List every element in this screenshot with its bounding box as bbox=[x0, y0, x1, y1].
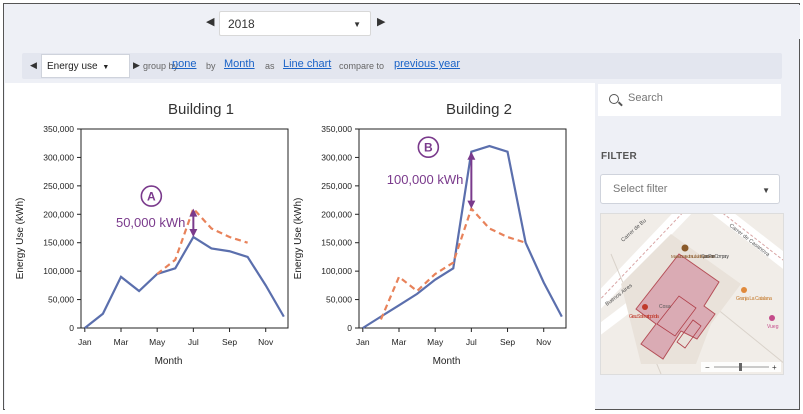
annotation-marker-label: B bbox=[424, 141, 433, 155]
x-tick-label: Sep bbox=[222, 337, 237, 347]
x-tick-label: Jul bbox=[188, 337, 199, 347]
cafe-icon bbox=[741, 287, 747, 293]
by-period-link[interactable]: Month bbox=[224, 58, 255, 70]
x-tick-label: Jan bbox=[78, 337, 92, 347]
y-tick-label: 200,000 bbox=[321, 209, 352, 219]
museum-icon bbox=[681, 244, 689, 252]
chevron-down-icon: ▼ bbox=[762, 186, 770, 195]
x-tick-label: May bbox=[427, 337, 444, 347]
annotation-arrow-head-down bbox=[467, 200, 476, 209]
zoom-slider-handle[interactable] bbox=[739, 363, 742, 371]
y-tick-label: 200,000 bbox=[43, 209, 74, 219]
building-label: Casa Pere Company bbox=[701, 254, 730, 260]
x-tick-label: Nov bbox=[536, 337, 552, 347]
charts-panel: Building 1 Building 2 0 50,000 100,000 150,… bbox=[5, 83, 595, 410]
zoom-in-button[interactable]: + bbox=[772, 363, 777, 372]
map-view[interactable]: Carrer de Bu Carrer de Casanova Buenos A… bbox=[600, 213, 784, 375]
shop-label: Granja La Catalana bbox=[736, 296, 772, 302]
map-canvas: Carrer de Bu Carrer de Casanova Buenos A… bbox=[601, 214, 783, 374]
y-axis-label: Energy Use (kWh) bbox=[15, 198, 26, 280]
year-select-value: 2018 bbox=[228, 17, 255, 31]
series-current-line bbox=[84, 235, 285, 329]
as-label: as bbox=[265, 61, 275, 71]
y-tick-label: 100,000 bbox=[43, 266, 74, 276]
x-tick-label: Jan bbox=[356, 337, 370, 347]
y-tick-label: 50,000 bbox=[326, 295, 352, 305]
y-tick-label: 100,000 bbox=[321, 266, 352, 276]
metric-select-value: Energy use bbox=[47, 61, 98, 72]
annotation-marker-label: A bbox=[147, 190, 156, 204]
pharmacy-icon bbox=[642, 304, 648, 310]
search-input[interactable] bbox=[628, 92, 768, 104]
x-tick-label: Sep bbox=[500, 337, 515, 347]
metric-select[interactable]: Energy use ▼ bbox=[41, 54, 130, 78]
annotation-arrow-head-down bbox=[189, 229, 198, 238]
search-icon bbox=[609, 94, 619, 104]
next-metric-arrow-icon[interactable]: ▶ bbox=[133, 61, 140, 70]
x-tick-label: May bbox=[149, 337, 166, 347]
x-tick-label: Mar bbox=[114, 337, 129, 347]
street-label-1: Carrer de Bu bbox=[620, 218, 647, 244]
x-axis-label: Month bbox=[155, 356, 183, 367]
search-box bbox=[598, 84, 781, 116]
chart-type-link[interactable]: Line chart bbox=[283, 58, 331, 70]
compare-to-label: compare to bbox=[339, 61, 385, 71]
y-tick-label: 50,000 bbox=[48, 295, 74, 305]
by-label: by bbox=[206, 61, 216, 71]
y-tick-label: 350,000 bbox=[321, 124, 352, 134]
x-tick-label: Jul bbox=[466, 337, 477, 347]
chart-building-1: 0 50,000 100,000 150,000 200,000 250,000 300,0… bbox=[15, 124, 289, 367]
app-frame: ◀ 2018 ▼ ▶ ◀ Energy use ▼ ▶ group by non… bbox=[3, 3, 800, 410]
group-by-link[interactable]: none bbox=[172, 58, 196, 70]
pharmacy-label: Grau Soler ortopèdia bbox=[629, 314, 659, 320]
annotation-value-label: 50,000 kWh bbox=[116, 215, 185, 230]
x-tick-label: Mar bbox=[392, 337, 407, 347]
prev-metric-arrow-icon[interactable]: ◀ bbox=[30, 61, 37, 70]
query-toolbar: ◀ Energy use ▼ ▶ group by none by Month … bbox=[22, 53, 782, 79]
filter-label: FILTER bbox=[601, 151, 638, 162]
zoom-out-button[interactable]: − bbox=[705, 363, 710, 372]
x-axis-label: Month bbox=[433, 356, 461, 367]
annotation-value-label: 100,000 kWh bbox=[387, 172, 464, 187]
y-tick-label: 350,000 bbox=[43, 124, 74, 134]
filter-select-placeholder: Select filter bbox=[613, 183, 668, 195]
filter-select[interactable]: Select filter ▼ bbox=[600, 174, 780, 204]
compare-to-link[interactable]: previous year bbox=[394, 58, 460, 70]
y-tick-label: 300,000 bbox=[321, 152, 352, 162]
chart-building-2: 0 50,000 100,000 150,000 200,000 250,000 300,0… bbox=[293, 124, 567, 367]
y-tick-label: 150,000 bbox=[43, 238, 74, 248]
y-tick-label: 0 bbox=[69, 323, 74, 333]
chevron-down-icon: ▼ bbox=[353, 20, 361, 29]
y-tick-label: 250,000 bbox=[43, 181, 74, 191]
chevron-down-icon: ▼ bbox=[102, 64, 110, 71]
next-year-arrow-icon[interactable]: ▶ bbox=[377, 17, 385, 28]
y-tick-label: 150,000 bbox=[321, 238, 352, 248]
chart-title-building-2: Building 2 bbox=[446, 101, 512, 118]
annotation-arrow-head-up bbox=[467, 151, 476, 160]
y-tick-label: 300,000 bbox=[43, 152, 74, 162]
prev-year-arrow-icon[interactable]: ◀ bbox=[206, 17, 214, 28]
y-axis-label: Energy Use (kWh) bbox=[293, 198, 304, 280]
pharmacy2-label: Cosa bbox=[659, 304, 671, 310]
x-tick-label: Nov bbox=[258, 337, 274, 347]
shop2-label: Vueg bbox=[767, 324, 779, 330]
year-select[interactable]: 2018 ▼ bbox=[219, 11, 371, 36]
shop-icon bbox=[769, 315, 775, 321]
chart-title-building-1: Building 1 bbox=[168, 101, 234, 118]
year-bar: ◀ 2018 ▼ ▶ bbox=[5, 5, 800, 39]
y-tick-label: 250,000 bbox=[321, 181, 352, 191]
y-tick-label: 0 bbox=[347, 323, 352, 333]
